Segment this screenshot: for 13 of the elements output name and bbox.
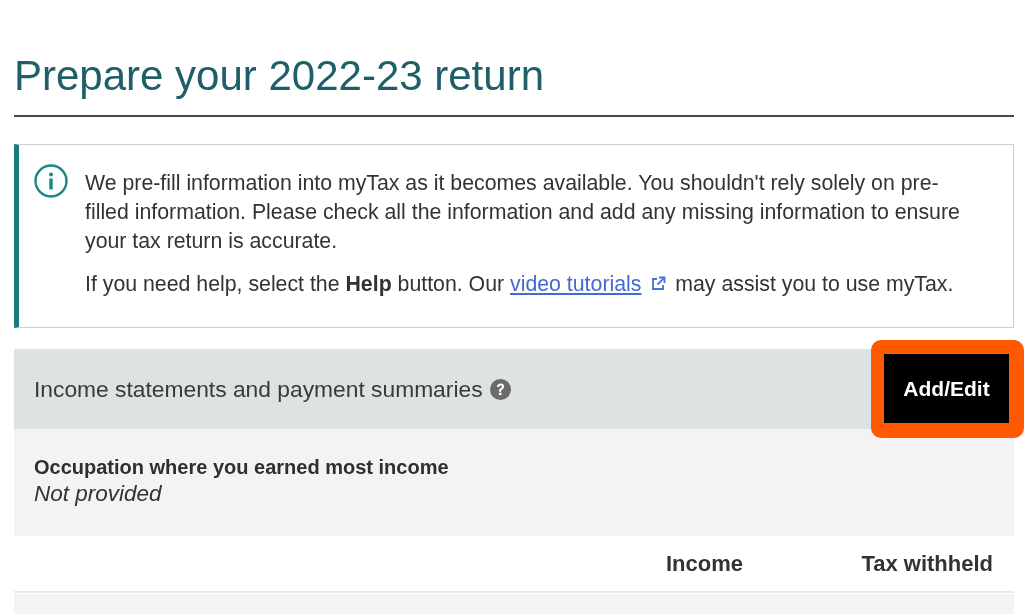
help-icon[interactable] [489,378,511,400]
section-title: Income statements and payment summaries [34,375,483,403]
column-header: Income [664,550,744,577]
column-header: Tax withheld [860,550,994,577]
page-title: Prepare your 2022-23 return [14,50,1014,117]
occupation-label: Occupation where you earned most income [34,455,450,480]
add-edit-button[interactable]: Add/Edit [884,354,1009,423]
notice-text: We pre-fill information into myTax as it becomes available. You shouldn't rely solely on pre-filled information. Please check all the information and add any missing information to ensure your tax return is accurate. [85,170,961,255]
video-tutorials-link[interactable]: video tutorials [510,272,642,296]
external-link-icon [650,276,667,292]
help-text: If you need help, select the Help button. Our video tutorials may assist you to use myTax. [85,271,955,298]
occupation-value: Not provided [34,480,163,508]
info-icon [34,164,68,198]
